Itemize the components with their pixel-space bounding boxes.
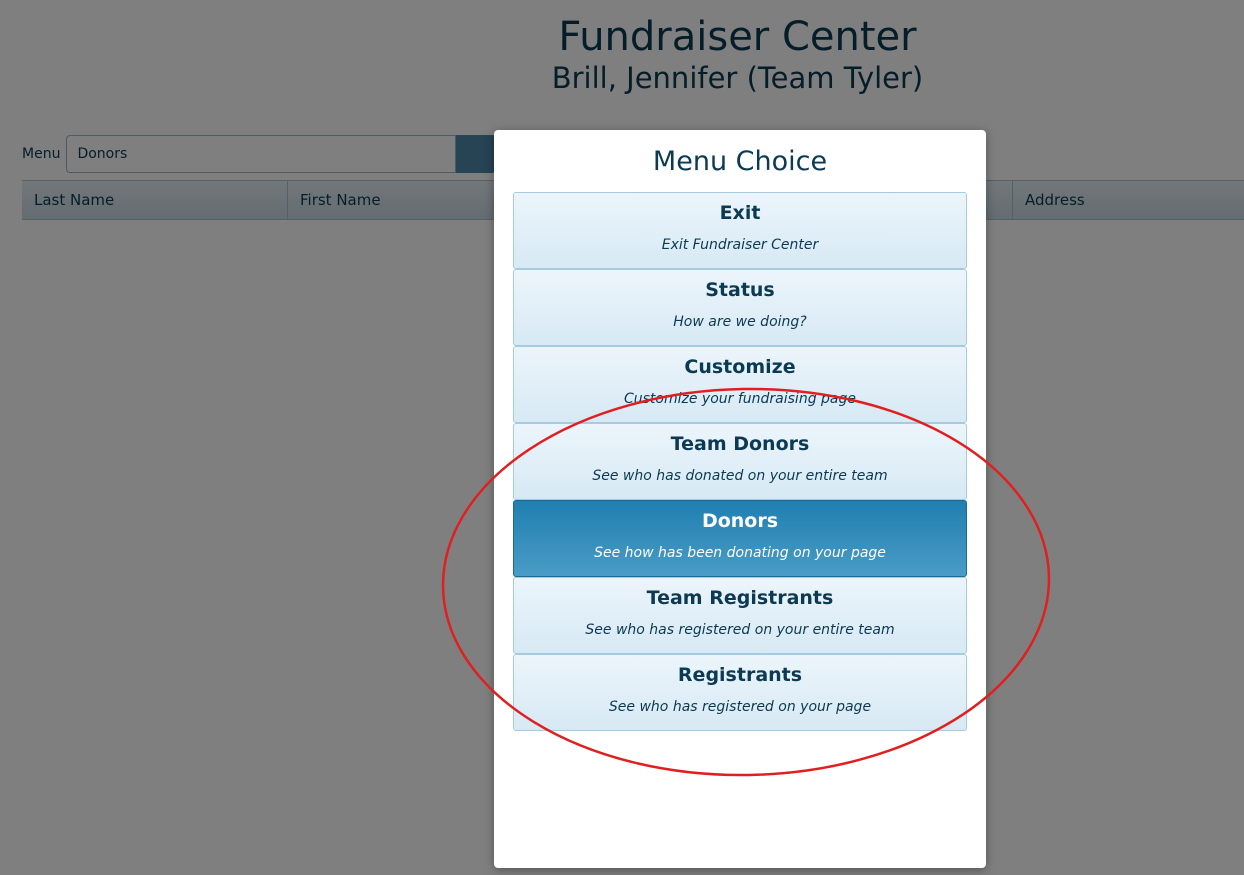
choice-exit[interactable]: Exit Exit Fundraiser Center <box>513 192 967 269</box>
choice-description: Exit Fundraiser Center <box>661 237 819 253</box>
choice-title: Customize <box>684 356 796 378</box>
choice-description: See who has registered on your entire te… <box>585 622 895 638</box>
dialog-title: Menu Choice <box>652 146 828 177</box>
choice-description: See how has been donating on your page <box>594 545 886 561</box>
choice-team-registrants[interactable]: Team Registrants See who has registered … <box>513 577 967 654</box>
choice-title: Registrants <box>677 664 803 686</box>
choice-title: Status <box>705 279 775 301</box>
choice-title: Team Registrants <box>646 587 834 609</box>
choice-title: Exit <box>719 202 761 224</box>
choice-donors[interactable]: Donors See how has been donating on your… <box>513 500 967 577</box>
fundraiser-center-page: Fundraiser Center Brill, Jennifer (Team … <box>0 0 1244 875</box>
choice-description: Customize your fundraising page <box>623 391 856 407</box>
choice-description: How are we doing? <box>673 314 807 330</box>
choice-title: Donors <box>701 510 779 532</box>
choice-title: Team Donors <box>670 433 810 455</box>
choice-description: See who has donated on your entire team <box>592 468 888 484</box>
choice-team-donors[interactable]: Team Donors See who has donated on your … <box>513 423 967 500</box>
choice-registrants[interactable]: Registrants See who has registered on yo… <box>513 654 967 731</box>
choice-status[interactable]: Status How are we doing? <box>513 269 967 346</box>
menu-choice-dialog: Menu Choice Exit Exit Fundraiser Center … <box>494 130 986 868</box>
choice-description: See who has registered on your page <box>608 699 872 715</box>
choice-customize[interactable]: Customize Customize your fundraising pag… <box>513 346 967 423</box>
menu-choice-list: Exit Exit Fundraiser Center Status How a… <box>513 192 967 731</box>
